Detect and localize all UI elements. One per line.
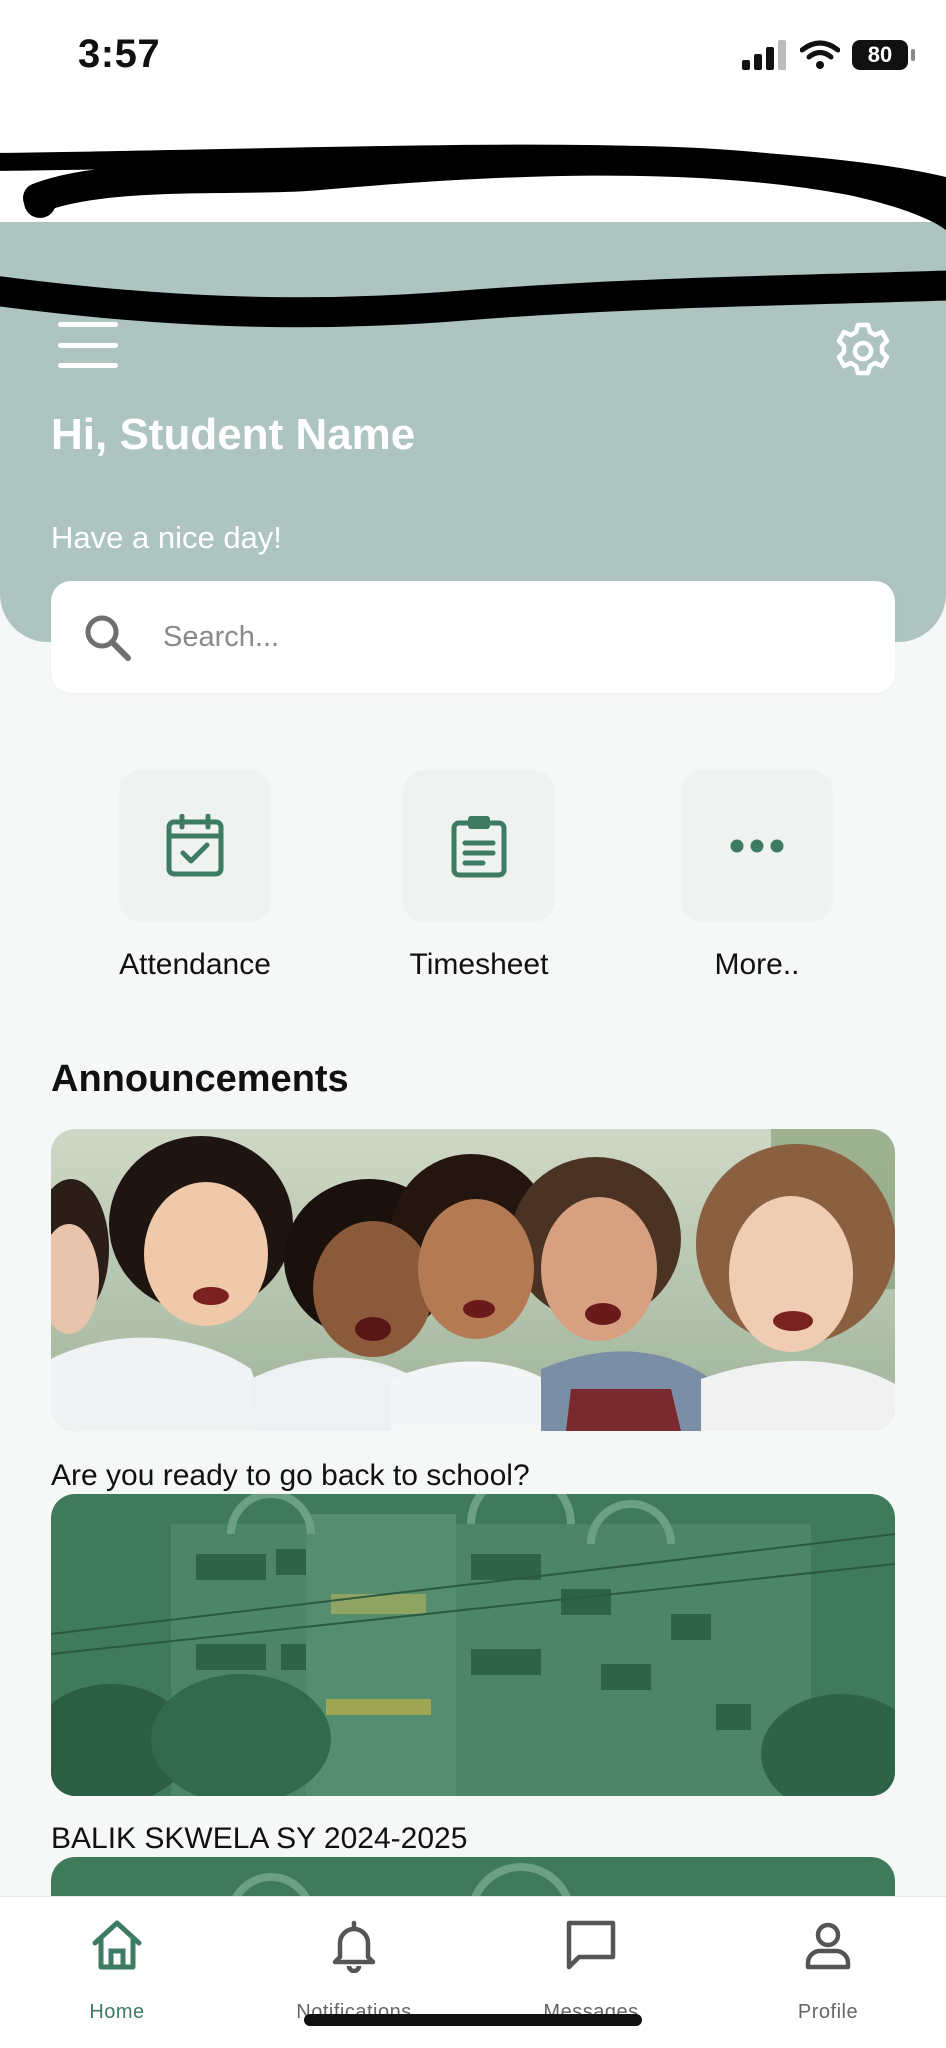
more-tile[interactable]	[681, 770, 833, 922]
announcement-card-photo[interactable]	[51, 1129, 895, 1431]
page-title: Home	[425, 140, 521, 178]
home-indicator	[304, 2014, 642, 2026]
user-icon	[805, 1922, 851, 1970]
wifi-icon	[800, 40, 840, 69]
quick-action-timesheet[interactable]: Timesheet	[369, 770, 589, 990]
announcement-caption: BALIK SKWELA SY 2024-2025	[51, 1822, 468, 1855]
search-box[interactable]	[51, 581, 895, 693]
calendar-check-icon	[166, 814, 224, 877]
gear-icon[interactable]	[834, 322, 892, 380]
tab-profile-label: Profile	[797, 2001, 859, 2023]
quick-action-attendance[interactable]: Attendance	[85, 770, 305, 990]
tab-profile[interactable]: Profile	[728, 1897, 928, 2048]
timesheet-label: Timesheet	[409, 948, 549, 981]
tab-home-label: Home	[89, 2001, 145, 2023]
attendance-label: Attendance	[119, 948, 271, 981]
search-icon	[85, 615, 131, 661]
announcement-image-children	[51, 1129, 895, 1431]
more-label: More..	[714, 948, 800, 981]
search-input[interactable]	[163, 611, 863, 663]
battery-indicator: 80	[852, 40, 915, 70]
quick-action-more[interactable]: More..	[647, 770, 867, 990]
timesheet-tile[interactable]	[403, 770, 555, 922]
signal-icon	[742, 40, 786, 70]
tab-home[interactable]: Home	[17, 1897, 217, 2048]
sub-greeting: Have a nice day!	[51, 520, 282, 555]
clipboard-icon	[451, 816, 507, 878]
status-icons: 80	[742, 40, 915, 70]
menu-button[interactable]	[58, 322, 118, 368]
bell-icon	[332, 1920, 376, 1973]
home-icon	[92, 1920, 142, 1970]
status-time: 3:57	[78, 32, 161, 76]
hamburger-icon	[58, 322, 118, 327]
greeting-heading: Hi, Student Name	[51, 410, 416, 459]
attendance-tile[interactable]	[119, 770, 271, 922]
message-icon	[566, 1920, 616, 1970]
announcements-title: Announcements	[51, 1058, 349, 1100]
announcement-image-school-building	[51, 1494, 895, 1796]
more-dots-icon	[730, 839, 784, 853]
announcement-caption: Are you ready to go back to school?	[51, 1459, 530, 1492]
announcement-card-building[interactable]	[51, 1494, 895, 1796]
status-bar: 3:57 80	[0, 0, 946, 120]
